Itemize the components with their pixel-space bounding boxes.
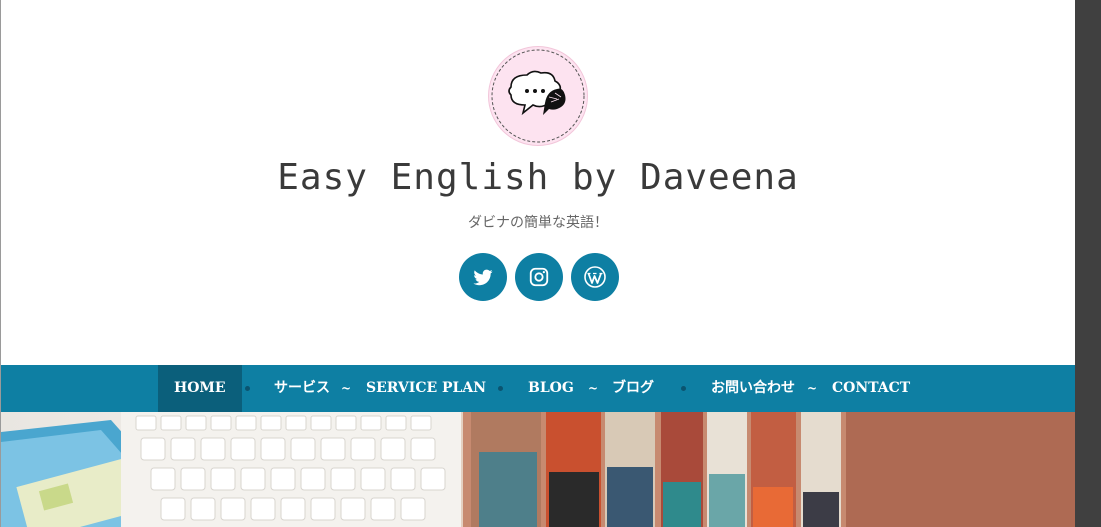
page: Easy English by Daveena ダビナの簡単な英語！ HOME …: [0, 0, 1075, 527]
window-scrollbar[interactable]: [1075, 0, 1101, 527]
instagram-link[interactable]: [515, 253, 563, 301]
social-links: [459, 253, 619, 301]
nav-divider-dot: [498, 386, 503, 391]
nav-home[interactable]: HOME: [158, 365, 242, 412]
wordpress-link[interactable]: [571, 253, 619, 301]
twitter-link[interactable]: [459, 253, 507, 301]
instagram-icon: [529, 267, 549, 287]
keyboard-and-books-photo: [1, 412, 1075, 527]
site-tagline: ダビナの簡単な英語！: [468, 215, 608, 231]
speech-bubbles-icon: [491, 49, 585, 143]
site-title[interactable]: Easy English by Daveena: [1, 154, 1075, 202]
nav-services-jp[interactable]: サービス: [274, 365, 330, 412]
wordpress-icon: [584, 266, 606, 288]
nav-contact[interactable]: CONTACT: [832, 365, 910, 412]
hero-image: [1, 412, 1075, 527]
nav-divider-dot: [681, 386, 686, 391]
site-header: Easy English by Daveena ダビナの簡単な英語！: [1, 0, 1075, 365]
nav-tilde: ~: [807, 381, 818, 395]
nav-tilde: ~: [588, 381, 599, 395]
twitter-icon: [473, 269, 493, 286]
nav-divider-dot: [245, 386, 250, 391]
nav-blog[interactable]: BLOG: [528, 365, 574, 412]
nav-blog-jp[interactable]: ブログ: [612, 365, 654, 412]
nav-contact-jp[interactable]: お問い合わせ: [711, 365, 795, 412]
nav-tilde: ~: [341, 381, 352, 395]
nav-service-plan[interactable]: SERVICE PLAN: [366, 365, 486, 412]
site-logo[interactable]: [489, 47, 587, 145]
main-navigation: HOME サービス ~ SERVICE PLAN BLOG ~ ブログ お問い合…: [1, 365, 1075, 412]
